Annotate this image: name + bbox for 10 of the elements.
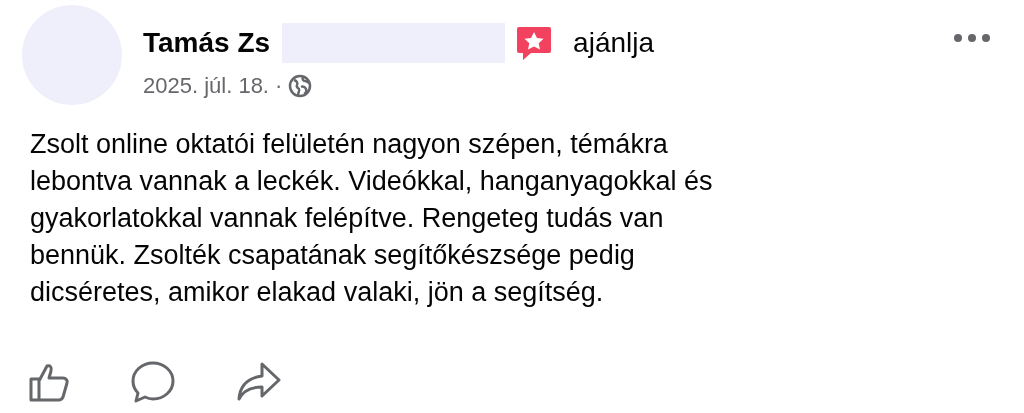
globe-icon xyxy=(288,73,313,98)
post-date[interactable]: 2025. júl. 18. · xyxy=(143,69,283,102)
review-text: Zsolt online oktatói felületén nagyon szépen, témákra lebontva vannak a leckék. Videókkal, hanganyagokkal és gyakorlatokkal vannak felépítve. Rengeteg tudás van bennük. Zsolték csapatának segítőkészsége pedig dicséretes, amikor elakad valaki, jön a segítség. xyxy=(30,128,713,309)
recommends-label: ajánlja xyxy=(573,26,655,60)
more-options-icon[interactable] xyxy=(953,33,991,43)
share-icon[interactable] xyxy=(236,361,282,403)
recommend-icon xyxy=(515,24,554,62)
author-name[interactable]: Tamás Zs xyxy=(143,25,271,61)
like-icon[interactable] xyxy=(28,361,70,403)
comment-icon[interactable] xyxy=(130,360,176,404)
